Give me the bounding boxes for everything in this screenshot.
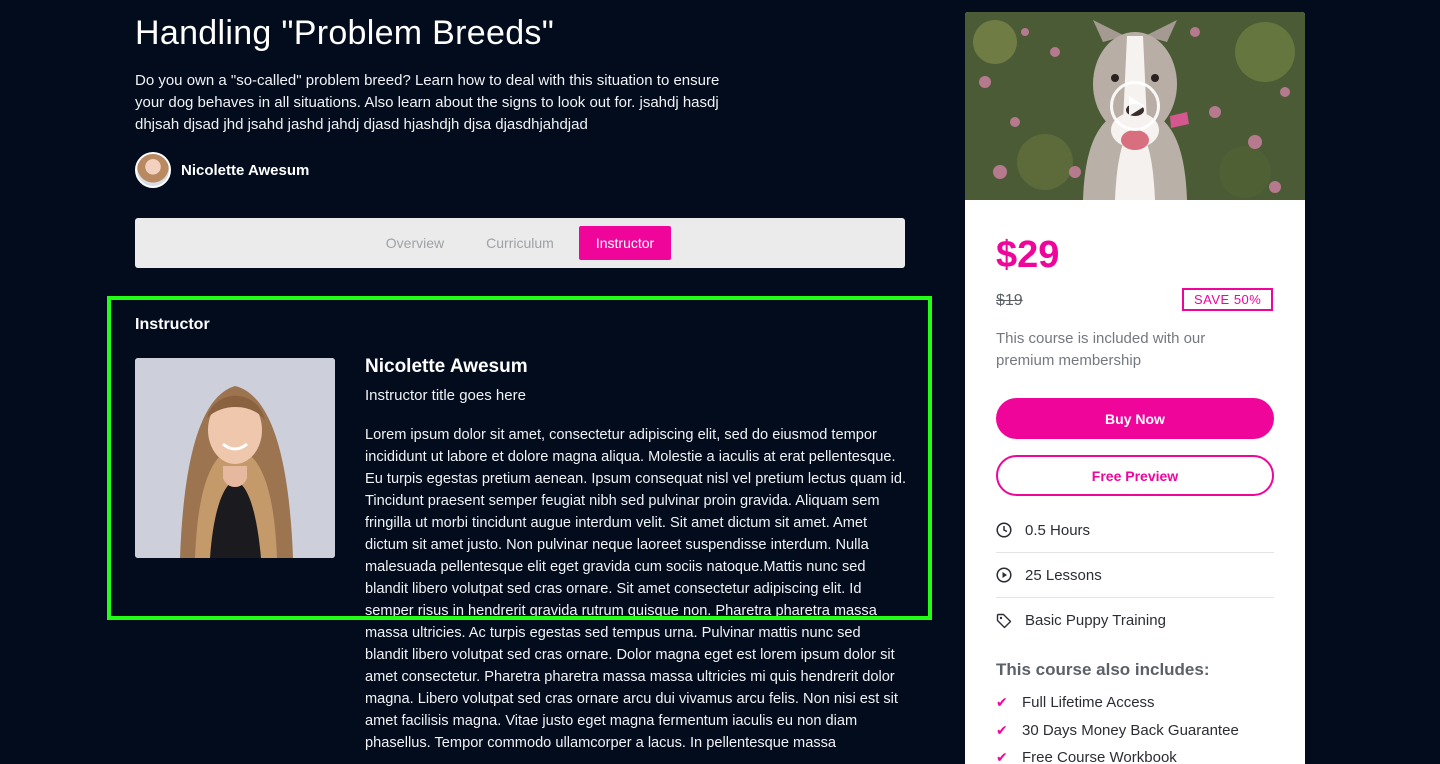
membership-note: This course is included with our premium…: [996, 330, 1206, 369]
discount-badge: SAVE 50%: [1182, 288, 1274, 311]
course-description: Do you own a "so-called" problem breed? …: [135, 72, 720, 133]
instructor-photo: [135, 358, 335, 558]
page-title: Handling "Problem Breeds": [135, 14, 555, 52]
duration-text: 0.5 Hours: [1025, 521, 1091, 539]
instructor-name: Nicolette Awesum: [365, 356, 528, 377]
course-duration: 0.5 Hours: [996, 508, 1274, 553]
tab-instructor[interactable]: Instructor: [578, 226, 672, 260]
clock-icon: [996, 522, 1012, 538]
original-price: $19: [996, 292, 1023, 309]
check-icon: ✔: [996, 694, 1008, 710]
course-category: Basic Puppy Training: [996, 598, 1274, 643]
course-preview-video[interactable]: [965, 12, 1305, 200]
course-lessons: 25 Lessons: [996, 553, 1274, 598]
lessons-text: 25 Lessons: [1025, 566, 1102, 584]
include-label: Full Lifetime Access: [1022, 694, 1155, 711]
instructor-title: Instructor title goes here: [365, 387, 526, 404]
tab-overview[interactable]: Overview: [369, 226, 461, 260]
instructor-section-heading: Instructor: [135, 316, 210, 333]
current-price: $29: [996, 234, 1060, 276]
list-item: ✔ 30 Days Money Back Guarantee: [996, 722, 1239, 739]
free-preview-button[interactable]: Free Preview: [996, 455, 1274, 496]
author-name: Nicolette Awesum: [181, 161, 310, 179]
course-author[interactable]: Nicolette Awesum: [135, 152, 309, 188]
play-circle-icon: [996, 567, 1012, 583]
tag-icon: [996, 613, 1012, 629]
buy-now-button[interactable]: Buy Now: [996, 398, 1274, 439]
check-icon: ✔: [996, 749, 1008, 764]
includes-heading: This course also includes:: [996, 660, 1210, 679]
avatar: [135, 152, 171, 188]
play-icon[interactable]: [1110, 81, 1160, 131]
category-text: Basic Puppy Training: [1025, 612, 1166, 629]
course-purchase-card: $29 $19 SAVE 50% This course is included…: [965, 12, 1305, 764]
tab-curriculum[interactable]: Curriculum: [469, 226, 571, 260]
tab-bar: Overview Curriculum Instructor: [135, 218, 905, 268]
list-item: ✔ Full Lifetime Access: [996, 694, 1155, 711]
instructor-bio: Lorem ipsum dolor sit amet, consectetur …: [365, 427, 907, 751]
list-item: ✔ Free Course Workbook: [996, 749, 1177, 764]
include-label: 30 Days Money Back Guarantee: [1022, 722, 1239, 739]
check-icon: ✔: [996, 722, 1008, 738]
include-label: Free Course Workbook: [1022, 749, 1177, 764]
